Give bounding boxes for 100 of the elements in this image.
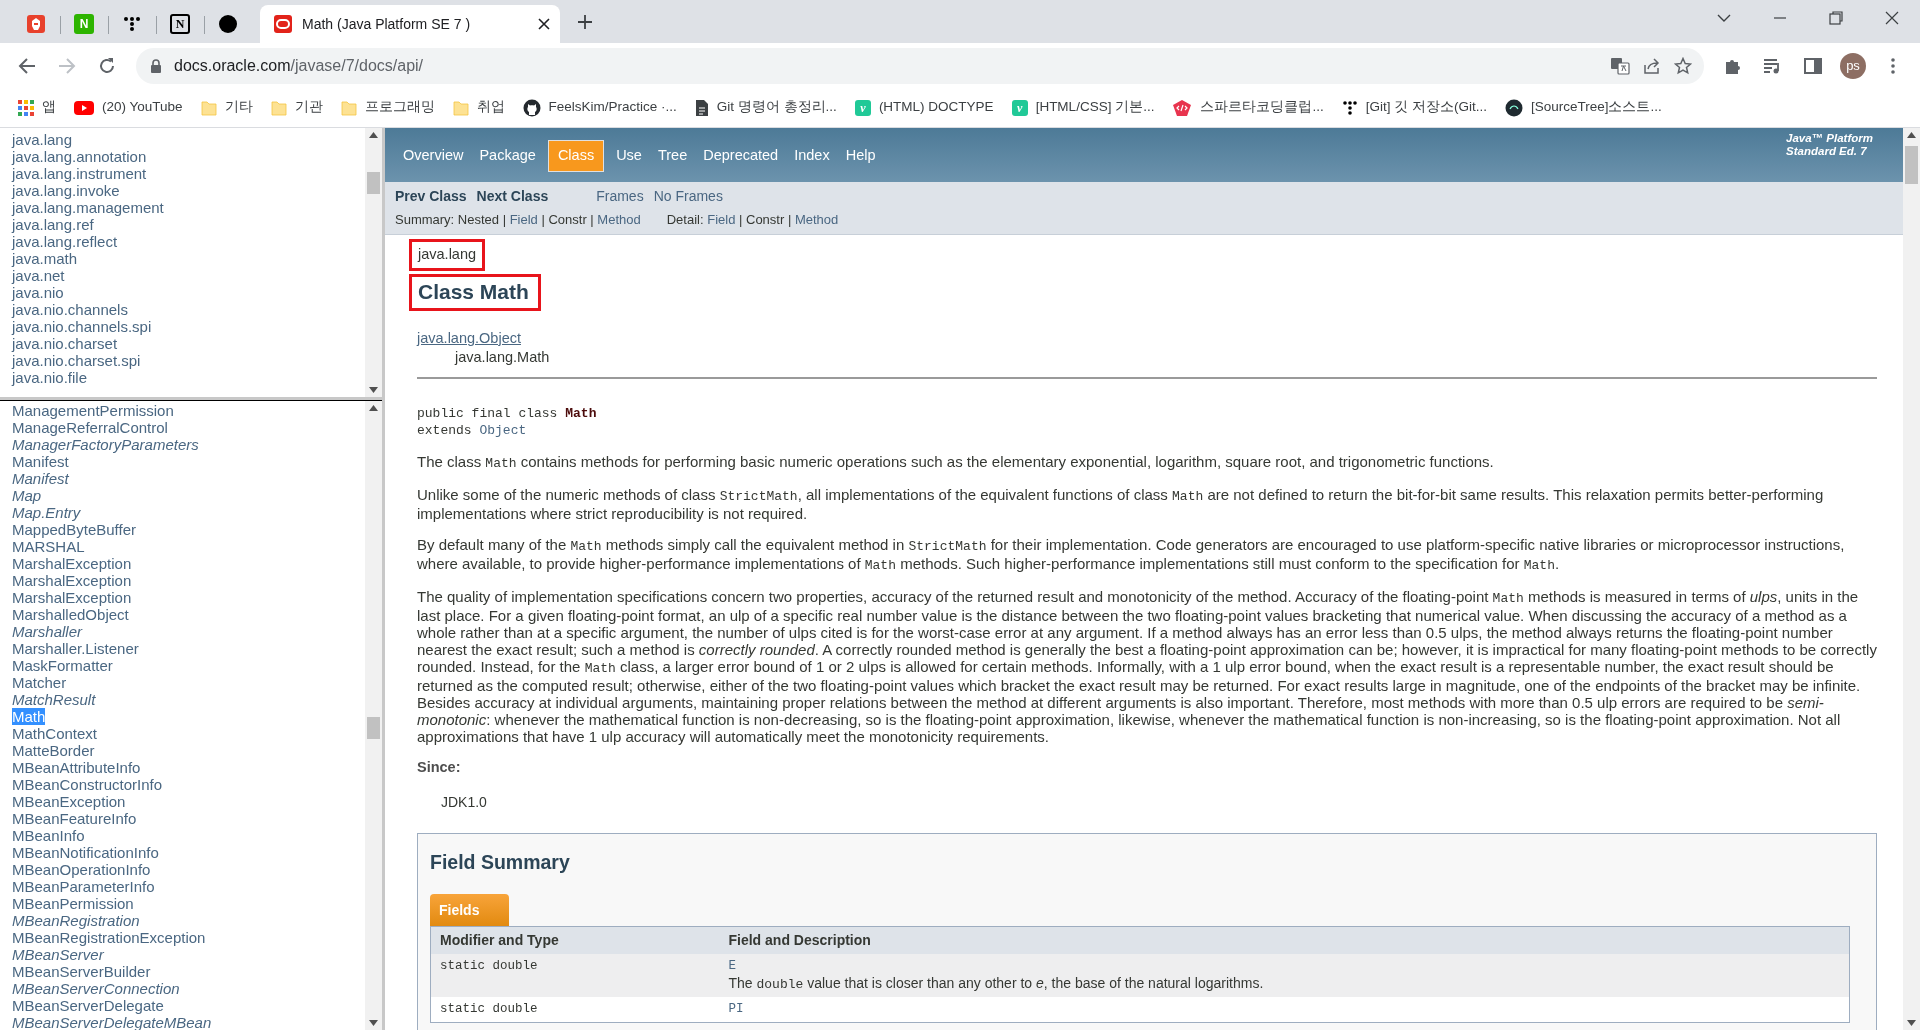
- nav-tab[interactable]: Tree: [649, 141, 696, 171]
- close-icon[interactable]: [1884, 10, 1900, 26]
- package-link[interactable]: java.lang: [12, 131, 73, 148]
- class-link[interactable]: Manifest: [12, 470, 69, 487]
- scrollbar[interactable]: [1903, 128, 1920, 1030]
- class-link[interactable]: MBeanException: [12, 793, 126, 810]
- pinned-tab[interactable]: N: [156, 5, 204, 43]
- class-link[interactable]: ManageReferralControl: [12, 419, 168, 436]
- scroll-up-icon[interactable]: [1907, 132, 1916, 138]
- class-link[interactable]: MBeanServer: [12, 946, 104, 963]
- class-link[interactable]: MarshalException: [12, 572, 132, 589]
- class-link[interactable]: Map: [12, 487, 42, 504]
- bookmark[interactable]: 앱: [10, 93, 64, 122]
- package-link[interactable]: java.nio.channels.spi: [12, 318, 152, 335]
- class-link[interactable]: Manifest: [12, 453, 69, 470]
- class-link[interactable]: MBeanAttributeInfo: [12, 759, 141, 776]
- superclass-link[interactable]: java.lang.Object: [417, 329, 521, 346]
- scroll-down-icon[interactable]: [1907, 1020, 1916, 1026]
- class-link[interactable]: MBeanNotificationInfo: [12, 844, 159, 861]
- class-link[interactable]: MBeanServerBuilder: [12, 963, 151, 980]
- scrollbar[interactable]: [365, 401, 382, 1030]
- class-link[interactable]: MarshalException: [12, 555, 132, 572]
- bookmark[interactable]: [Git] 깃 저장소(Git...: [1333, 93, 1495, 122]
- nav-link[interactable]: Next Class: [476, 186, 549, 207]
- scroll-up-icon[interactable]: [369, 132, 378, 138]
- scrollbar[interactable]: [365, 128, 382, 397]
- class-link[interactable]: MaskFormatter: [12, 657, 113, 674]
- package-link[interactable]: java.lang.instrument: [12, 165, 147, 182]
- class-link[interactable]: Marshaller: [12, 623, 83, 640]
- nav-tab[interactable]: Use: [608, 141, 650, 171]
- back-icon[interactable]: [18, 56, 36, 75]
- class-link[interactable]: MBeanRegistration: [12, 912, 140, 929]
- nav-tab[interactable]: Help: [837, 141, 884, 171]
- class-link[interactable]: MappedByteBuffer: [12, 521, 136, 538]
- address-bar[interactable]: docs.oracle.com/javase/7/docs/api/: [136, 47, 1704, 84]
- scroll-down-icon[interactable]: [369, 387, 378, 393]
- class-link[interactable]: ManagerFactoryParameters: [12, 436, 199, 453]
- class-link[interactable]: MBeanConstructorInfo: [12, 776, 163, 793]
- share-icon[interactable]: [1642, 56, 1662, 75]
- class-link[interactable]: MARSHAL: [12, 538, 85, 555]
- bookmark[interactable]: 스파르타코딩클럽...: [1164, 93, 1332, 122]
- package-link[interactable]: java.nio.channels: [12, 301, 128, 318]
- class-link[interactable]: MBeanFeatureInfo: [12, 810, 137, 827]
- class-link[interactable]: MarshalledObject: [12, 606, 129, 623]
- class-link[interactable]: MBeanInfo: [12, 827, 85, 844]
- nav-tab[interactable]: Package: [471, 141, 544, 171]
- bookmark[interactable]: 기관: [262, 93, 331, 122]
- class-link[interactable]: MathContext: [12, 725, 98, 742]
- bookmark[interactable]: FeelsKim/Practice ·...: [514, 93, 685, 122]
- package-link[interactable]: java.lang.invoke: [12, 182, 120, 199]
- class-link[interactable]: MBeanRegistrationException: [12, 929, 206, 946]
- package-link[interactable]: java.nio.file: [12, 369, 88, 386]
- nav-link[interactable]: Frames: [596, 186, 644, 207]
- class-link[interactable]: MBeanPermission: [12, 895, 134, 912]
- bookmark[interactable]: v [HTML/CSS] 기본...: [1003, 93, 1163, 122]
- class-link[interactable]: MarshalException: [12, 589, 132, 606]
- class-link[interactable]: MatteBorder: [12, 742, 95, 759]
- translate-icon[interactable]: [1610, 56, 1630, 75]
- package-link[interactable]: java.lang.reflect: [12, 233, 118, 250]
- package-link[interactable]: java.math: [12, 250, 78, 267]
- scroll-up-icon[interactable]: [369, 405, 378, 411]
- class-link[interactable]: Marshaller.Listener: [12, 640, 139, 657]
- nav-tab[interactable]: Overview: [395, 141, 472, 171]
- class-link[interactable]: MBeanParameterInfo: [12, 878, 155, 895]
- star-icon[interactable]: [1674, 56, 1692, 75]
- field-link[interactable]: E: [728, 957, 1840, 975]
- package-link[interactable]: java.nio: [12, 284, 64, 301]
- class-link[interactable]: ManagementPermission: [12, 402, 174, 419]
- package-link[interactable]: java.lang.ref: [12, 216, 94, 233]
- side-panel-icon[interactable]: [1804, 56, 1822, 75]
- class-link[interactable]: Math: [12, 708, 46, 725]
- scroll-down-icon[interactable]: [369, 1020, 378, 1026]
- bookmark[interactable]: 취업: [444, 93, 513, 122]
- scrollbar-thumb[interactable]: [1905, 146, 1918, 184]
- class-link[interactable]: MBeanServerDelegate: [12, 997, 164, 1014]
- package-link[interactable]: java.net: [12, 267, 65, 284]
- reload-icon[interactable]: [98, 56, 116, 75]
- bookmark[interactable]: v (HTML) DOCTYPE: [846, 93, 1002, 122]
- bookmark[interactable]: Git 명령어 총정리...: [686, 93, 845, 122]
- profile-avatar[interactable]: ps: [1840, 52, 1866, 79]
- nav-link[interactable]: Prev Class: [395, 186, 467, 207]
- nav-tab[interactable]: Deprecated: [695, 141, 787, 171]
- class-link[interactable]: Matcher: [12, 674, 67, 691]
- package-link[interactable]: java.lang.management: [12, 199, 164, 216]
- nav-link[interactable]: No Frames: [653, 186, 723, 207]
- class-link[interactable]: MatchResult: [12, 691, 96, 708]
- class-link[interactable]: MBeanServerConnection: [12, 980, 180, 997]
- bookmark[interactable]: 프로그래밍: [332, 93, 443, 122]
- bookmark[interactable]: 기타: [192, 93, 261, 122]
- bookmark[interactable]: [SourceTree]소스트...: [1496, 93, 1670, 122]
- bookmark[interactable]: (20) YouTube: [66, 93, 191, 122]
- scrollbar-thumb[interactable]: [367, 717, 380, 739]
- browser-tab[interactable]: Math (Java Platform SE 7 ): [260, 5, 560, 43]
- package-link[interactable]: java.lang.annotation: [12, 148, 147, 165]
- package-link[interactable]: java.nio.charset.spi: [12, 352, 141, 369]
- more-icon[interactable]: [1890, 56, 1896, 75]
- package-link[interactable]: java.nio.charset: [12, 335, 118, 352]
- scrollbar-thumb[interactable]: [367, 172, 380, 194]
- class-link[interactable]: Map.Entry: [12, 504, 81, 521]
- nav-tab[interactable]: Index: [786, 141, 838, 171]
